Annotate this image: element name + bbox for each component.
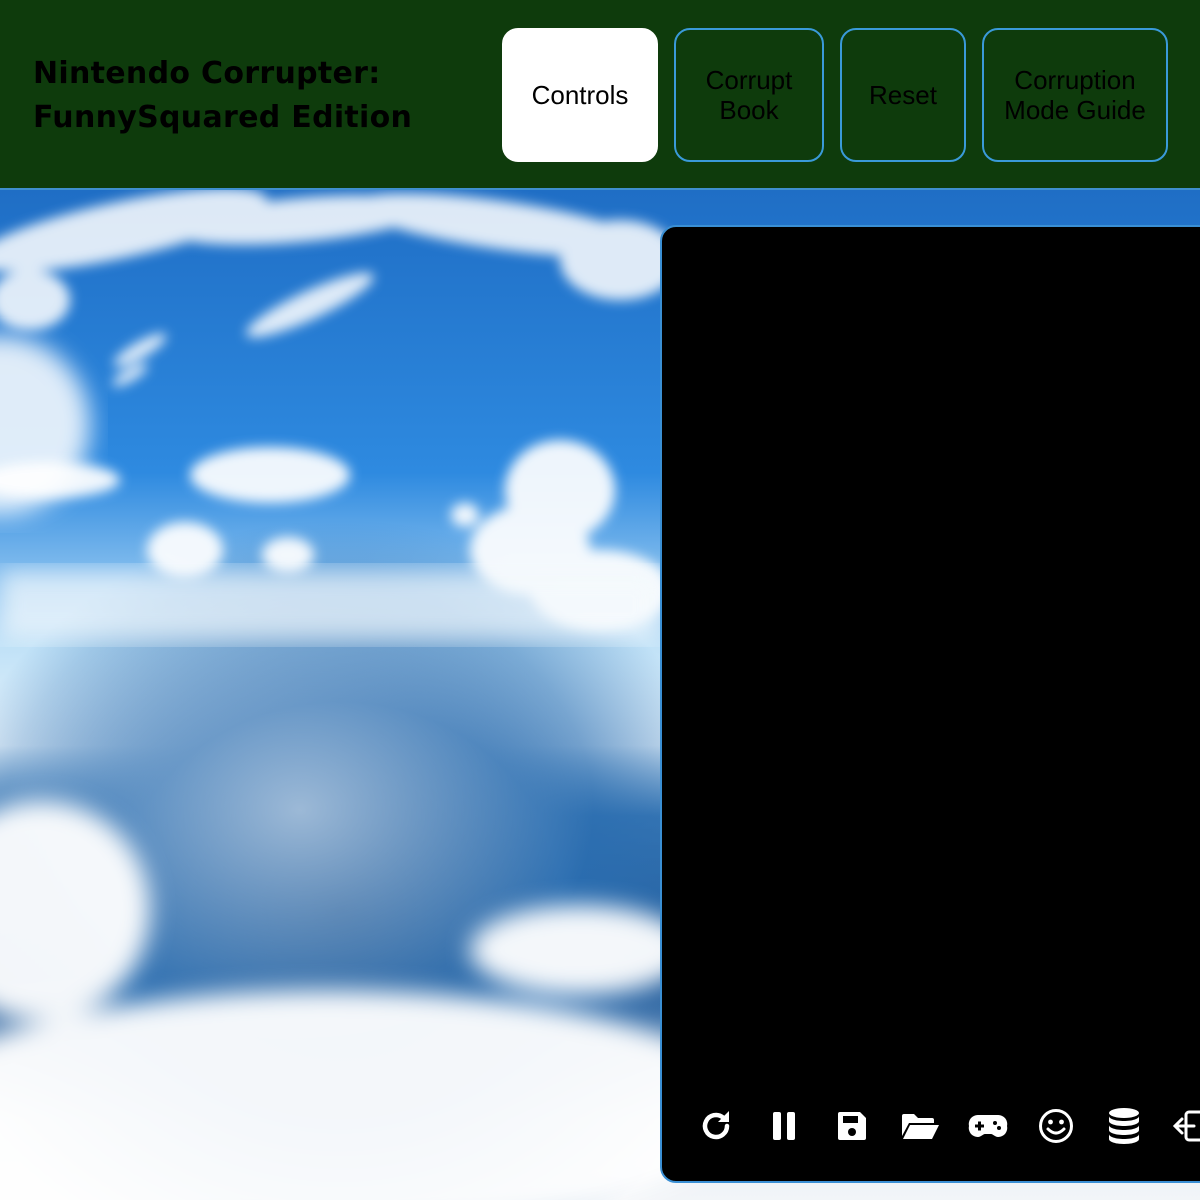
pause-icon[interactable] — [764, 1106, 804, 1146]
exit-icon[interactable] — [1172, 1106, 1200, 1146]
corruption-mode-guide-button[interactable]: Corruption Mode Guide — [982, 28, 1168, 162]
database-icon[interactable] — [1104, 1106, 1144, 1146]
corrupt-book-button[interactable]: Corrupt Book — [674, 28, 824, 162]
emulator-toolbar — [662, 1101, 1200, 1151]
reset-button[interactable]: Reset — [840, 28, 966, 162]
header-bar: Nintendo Corrupter: FunnySquared Edition… — [0, 0, 1200, 190]
emulator-screen[interactable] — [660, 225, 1200, 1183]
reset-button-label: Reset — [869, 80, 937, 110]
controls-button-label: Controls — [531, 80, 629, 110]
load-state-icon[interactable] — [900, 1106, 940, 1146]
page: Nintendo Corrupter: FunnySquared Edition… — [0, 0, 1200, 1200]
cheats-smiley-icon[interactable] — [1036, 1106, 1076, 1146]
save-state-icon[interactable] — [832, 1106, 872, 1146]
restart-icon[interactable] — [696, 1106, 736, 1146]
gamepad-icon[interactable] — [968, 1106, 1008, 1146]
corrupt-book-button-label: Corrupt Book — [705, 65, 793, 125]
controls-button[interactable]: Controls — [502, 28, 658, 162]
corruption-mode-guide-button-label: Corruption Mode Guide — [1004, 65, 1146, 125]
page-title: Nintendo Corrupter: FunnySquared Edition — [33, 56, 413, 135]
